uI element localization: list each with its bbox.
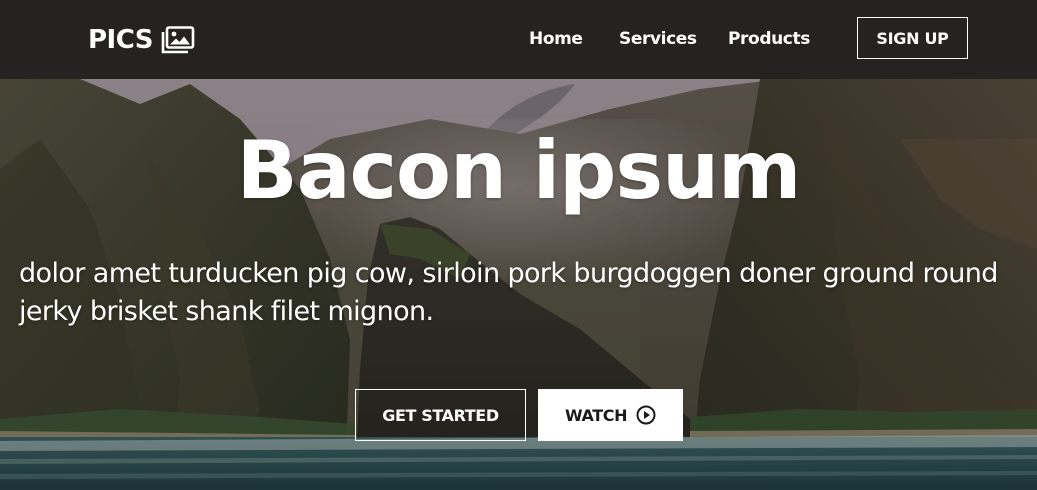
play-circle-icon	[636, 405, 656, 425]
top-navbar: PICS Home Services Products SIGN UP	[0, 0, 1037, 79]
logo-text: PICS	[88, 25, 154, 55]
landing-page: PICS Home Services Products SIGN UP Baco…	[0, 0, 1037, 490]
nav-link-home[interactable]: Home	[529, 29, 583, 49]
images-icon	[161, 26, 195, 54]
hero-title: Bacon ipsum	[236, 124, 802, 217]
signup-button[interactable]: SIGN UP	[857, 17, 968, 59]
hero-subtitle: dolor amet turducken pig cow, sirloin po…	[19, 258, 998, 327]
watch-button[interactable]: WATCH	[538, 389, 683, 441]
watch-button-label: WATCH	[564, 405, 628, 425]
hero-section: Bacon ipsum dolor amet turducken pig cow…	[0, 79, 1037, 490]
nav-link-products[interactable]: Products	[728, 29, 810, 49]
get-started-button[interactable]: GET STARTED	[355, 389, 526, 441]
nav-link-services[interactable]: Services	[619, 29, 697, 49]
logo-link[interactable]: PICS	[88, 22, 195, 58]
